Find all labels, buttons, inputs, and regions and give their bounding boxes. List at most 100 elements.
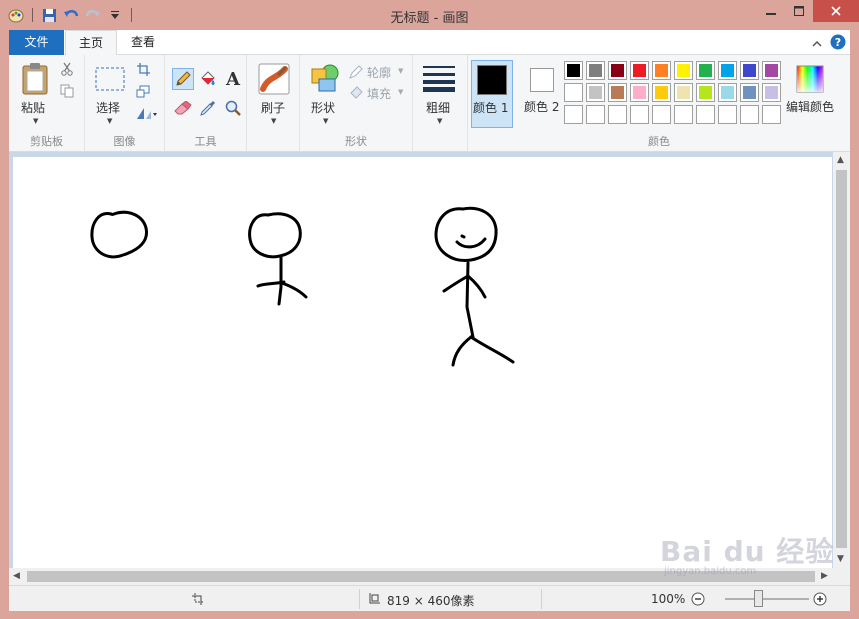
cut-icon[interactable]: [59, 61, 75, 77]
resize-icon[interactable]: [135, 83, 151, 99]
palette-swatch[interactable]: [586, 105, 605, 124]
minimize-ribbon-icon[interactable]: [812, 37, 822, 51]
tab-file[interactable]: 文件: [9, 30, 64, 55]
outline-icon[interactable]: [348, 64, 364, 80]
fill-icon[interactable]: [348, 85, 364, 101]
color2-button[interactable]: 颜色 2: [516, 60, 560, 128]
palette-swatch[interactable]: [586, 61, 605, 80]
canvas-size-icon: [366, 591, 382, 607]
palette-swatch[interactable]: [630, 83, 649, 102]
outline-button[interactable]: 轮廓: [367, 64, 391, 81]
rotate-icon[interactable]: [135, 105, 159, 121]
color2-label: 颜色 2: [524, 100, 560, 114]
palette-swatch[interactable]: [740, 83, 759, 102]
color1-button[interactable]: 颜色 1: [471, 60, 513, 128]
crop-icon[interactable]: [135, 61, 151, 77]
fill-dropdown-icon[interactable]: ▼: [398, 88, 403, 96]
fill-button[interactable]: 填充: [367, 85, 391, 102]
palette-swatch[interactable]: [564, 105, 583, 124]
palette-swatch[interactable]: [696, 105, 715, 124]
scroll-up-icon[interactable]: ▲: [837, 155, 844, 165]
scroll-down-icon[interactable]: ▼: [837, 554, 844, 564]
shapes-group-label: 形状: [345, 135, 367, 148]
save-icon[interactable]: [39, 6, 59, 24]
line-size-icon[interactable]: [422, 63, 456, 93]
cursor-position-icon: [190, 591, 206, 607]
select-icon[interactable]: [94, 65, 126, 93]
select-button[interactable]: 选择: [96, 99, 120, 116]
palette-swatch[interactable]: [652, 61, 671, 80]
status-divider: [359, 589, 360, 609]
vertical-scroll-thumb[interactable]: [836, 170, 847, 548]
quick-access-toolbar: [6, 6, 136, 24]
scroll-left-icon[interactable]: ◀: [13, 571, 20, 581]
text-tool-icon[interactable]: A: [222, 68, 244, 90]
undo-icon[interactable]: [61, 6, 81, 24]
palette-swatch[interactable]: [696, 83, 715, 102]
copy-icon[interactable]: [59, 83, 75, 99]
palette-swatch[interactable]: [740, 105, 759, 124]
paste-button[interactable]: 粘贴: [21, 99, 45, 116]
fill-bucket-icon[interactable]: [197, 68, 219, 90]
palette-swatch[interactable]: [718, 83, 737, 102]
edit-colors-button[interactable]: 编辑颜色: [775, 60, 847, 128]
palette-swatch[interactable]: [718, 105, 737, 124]
palette-swatch[interactable]: [652, 83, 671, 102]
palette-swatch[interactable]: [630, 61, 649, 80]
select-dropdown-icon[interactable]: ▼: [107, 117, 112, 125]
qat-separator: [131, 8, 132, 22]
palette-swatch[interactable]: [652, 105, 671, 124]
palette-swatch[interactable]: [674, 105, 693, 124]
palette-swatch[interactable]: [608, 83, 627, 102]
vertical-scrollbar[interactable]: ▲ ▼: [833, 152, 850, 568]
maximize-button[interactable]: [785, 0, 813, 22]
palette-swatch[interactable]: [564, 83, 583, 102]
shapes-icon[interactable]: [309, 62, 341, 94]
paste-icon[interactable]: [19, 61, 51, 97]
palette-swatch[interactable]: [718, 61, 737, 80]
redo-icon[interactable]: [83, 6, 103, 24]
palette-swatch[interactable]: [674, 83, 693, 102]
palette-swatch[interactable]: [608, 61, 627, 80]
title-bar: 无标题 - 画图: [0, 0, 859, 30]
paint-app-icon[interactable]: [6, 6, 26, 24]
brushes-button[interactable]: 刷子: [261, 99, 285, 116]
color-wheel-icon: [795, 64, 825, 94]
outline-dropdown-icon[interactable]: ▼: [398, 67, 403, 75]
shapes-button[interactable]: 形状: [311, 99, 335, 116]
palette-swatch[interactable]: [740, 61, 759, 80]
customize-qat-icon[interactable]: [105, 6, 125, 24]
minimize-button[interactable]: [757, 0, 785, 22]
canvas-drawing: [90, 206, 515, 367]
zoom-in-icon[interactable]: [812, 591, 828, 607]
size-dropdown-icon[interactable]: ▼: [437, 117, 442, 125]
brush-icon[interactable]: [257, 62, 290, 95]
zoom-slider-track[interactable]: [725, 598, 809, 600]
drawing-canvas[interactable]: [13, 157, 832, 568]
paste-dropdown-icon[interactable]: ▼: [33, 117, 38, 125]
palette-swatch[interactable]: [696, 61, 715, 80]
palette-swatch[interactable]: [608, 105, 627, 124]
close-button[interactable]: [813, 0, 859, 22]
scroll-right-icon[interactable]: ▶: [821, 571, 828, 581]
magnifier-icon[interactable]: [222, 97, 244, 119]
brushes-dropdown-icon[interactable]: ▼: [271, 117, 276, 125]
help-icon[interactable]: ?: [830, 34, 846, 53]
status-bar: 819 × 460像素 100%: [9, 585, 850, 611]
zoom-slider-thumb[interactable]: [754, 590, 763, 607]
tab-home[interactable]: 主页: [65, 30, 117, 56]
eraser-icon[interactable]: [172, 97, 194, 119]
size-button[interactable]: 粗细: [426, 99, 450, 116]
palette-swatch[interactable]: [630, 105, 649, 124]
tab-view[interactable]: 查看: [119, 30, 167, 55]
drawing-small-stick-figure: [248, 212, 308, 306]
shapes-dropdown-icon[interactable]: ▼: [323, 117, 328, 125]
pencil-icon[interactable]: [172, 68, 194, 90]
palette-swatch[interactable]: [586, 83, 605, 102]
palette-swatch[interactable]: [564, 61, 583, 80]
zoom-out-icon[interactable]: [690, 591, 706, 607]
colors-group-label: 颜色: [648, 135, 670, 148]
color-picker-icon[interactable]: [197, 97, 219, 119]
color1-swatch: [477, 65, 507, 95]
palette-swatch[interactable]: [674, 61, 693, 80]
